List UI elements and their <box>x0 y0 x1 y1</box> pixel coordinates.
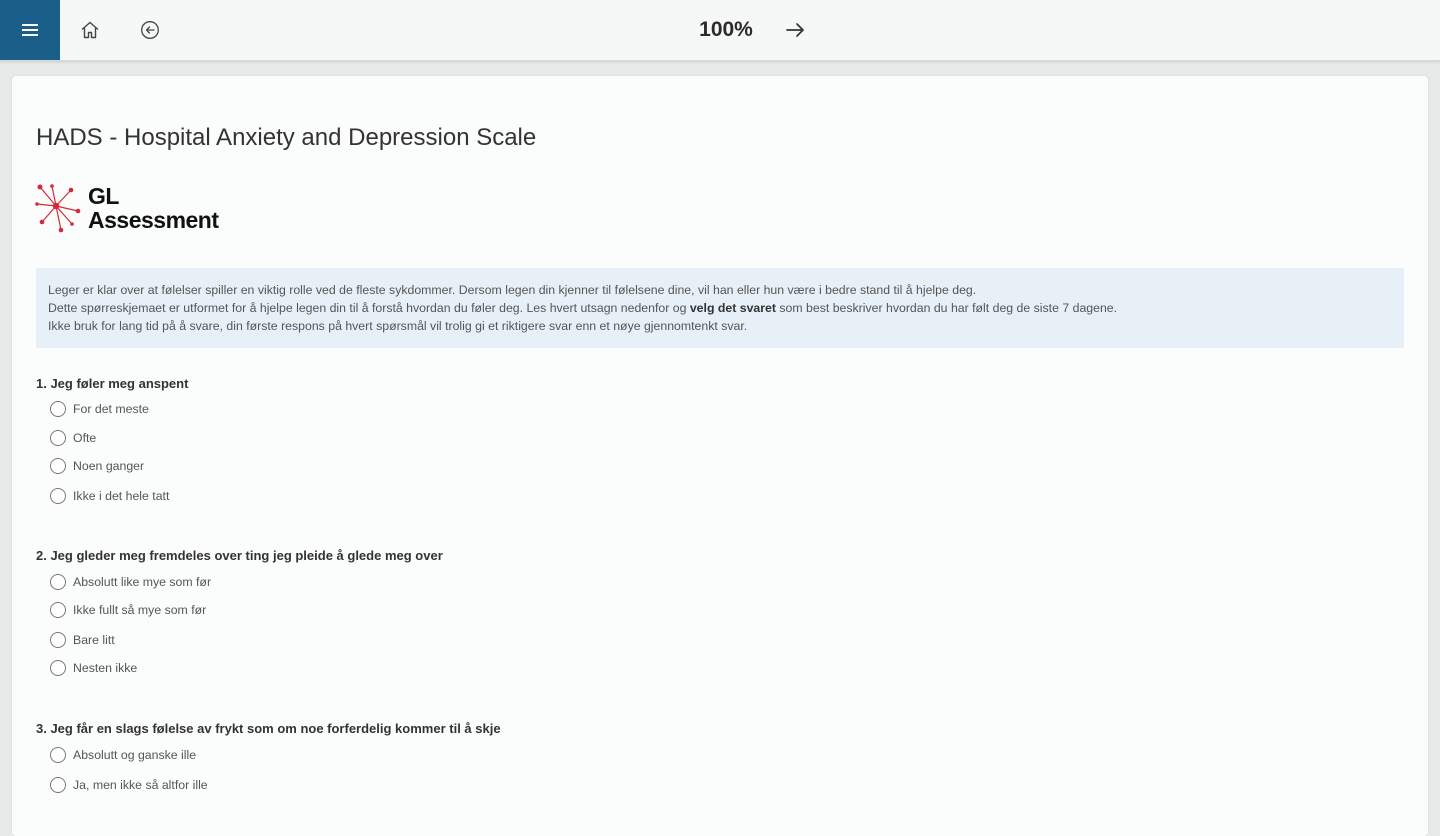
radio-button[interactable] <box>50 660 66 676</box>
radio-button[interactable] <box>50 430 66 446</box>
logo-line-1: GL <box>88 183 119 209</box>
menu-button[interactable] <box>0 0 60 60</box>
intro-line-1: Leger er klar over at følelser spiller e… <box>48 283 977 297</box>
hamburger-menu-icon <box>22 24 38 36</box>
q1-option-2[interactable]: Ofte <box>50 428 96 448</box>
logo-star-icon <box>35 184 81 233</box>
intro-line-2: Dette spørreskjemaet er utformet for å h… <box>48 301 1118 315</box>
radio-button[interactable] <box>50 777 66 793</box>
logo-line-2: Assessment <box>88 207 219 233</box>
intro-emphasis: velg det svaret <box>689 301 776 315</box>
forward-arrow-icon <box>786 23 804 37</box>
question-2: 2. Jeg gleder meg fremdeles over ting je… <box>36 546 443 676</box>
back-button[interactable] <box>135 15 165 45</box>
question-2-label: 2. Jeg gleder meg fremdeles over ting je… <box>36 548 443 563</box>
q2-option-1[interactable]: Absolutt like mye som før <box>50 572 211 592</box>
question-1: 1. Jeg føler meg anspent For det meste O… <box>36 374 189 504</box>
page-title: HADS - Hospital Anxiety and Depression S… <box>36 124 537 151</box>
q1-option-3[interactable]: Noen ganger <box>50 456 144 476</box>
question-3: 3. Jeg får en slags følelse av frykt som… <box>36 719 501 793</box>
q2-option-3[interactable]: Bare litt <box>50 630 115 650</box>
home-icon <box>81 21 99 39</box>
question-3-label: 3. Jeg får en slags følelse av frykt som… <box>36 721 501 736</box>
next-button[interactable] <box>780 15 810 45</box>
q2-option-4[interactable]: Nesten ikke <box>50 658 137 678</box>
radio-button[interactable] <box>50 632 66 648</box>
top-toolbar: 100% <box>0 0 1440 61</box>
q2-option-2[interactable]: Ikke fullt så mye som før <box>50 600 206 620</box>
q3-option-1[interactable]: Absolutt og ganske ille <box>50 745 196 765</box>
progress-indicator: 100% <box>699 18 753 41</box>
intro-line-3: Ikke bruk for lang tid på å svare, din f… <box>48 319 748 333</box>
back-arrow-icon <box>141 21 159 39</box>
q1-option-4[interactable]: Ikke i det hele tatt <box>50 486 169 506</box>
gl-assessment-logo: GL Assessment <box>34 182 244 234</box>
home-button[interactable] <box>75 15 105 45</box>
intro-panel: Leger er klar over at følelser spiller e… <box>36 268 1404 348</box>
q1-option-1[interactable]: For det meste <box>50 399 149 419</box>
question-1-label: 1. Jeg føler meg anspent <box>36 376 189 391</box>
radio-button[interactable] <box>50 458 66 474</box>
radio-button[interactable] <box>50 574 66 590</box>
radio-button[interactable] <box>50 488 66 504</box>
radio-button[interactable] <box>50 401 66 417</box>
radio-button[interactable] <box>50 602 66 618</box>
radio-button[interactable] <box>50 747 66 763</box>
q3-option-2[interactable]: Ja, men ikke så altfor ille <box>50 775 208 795</box>
